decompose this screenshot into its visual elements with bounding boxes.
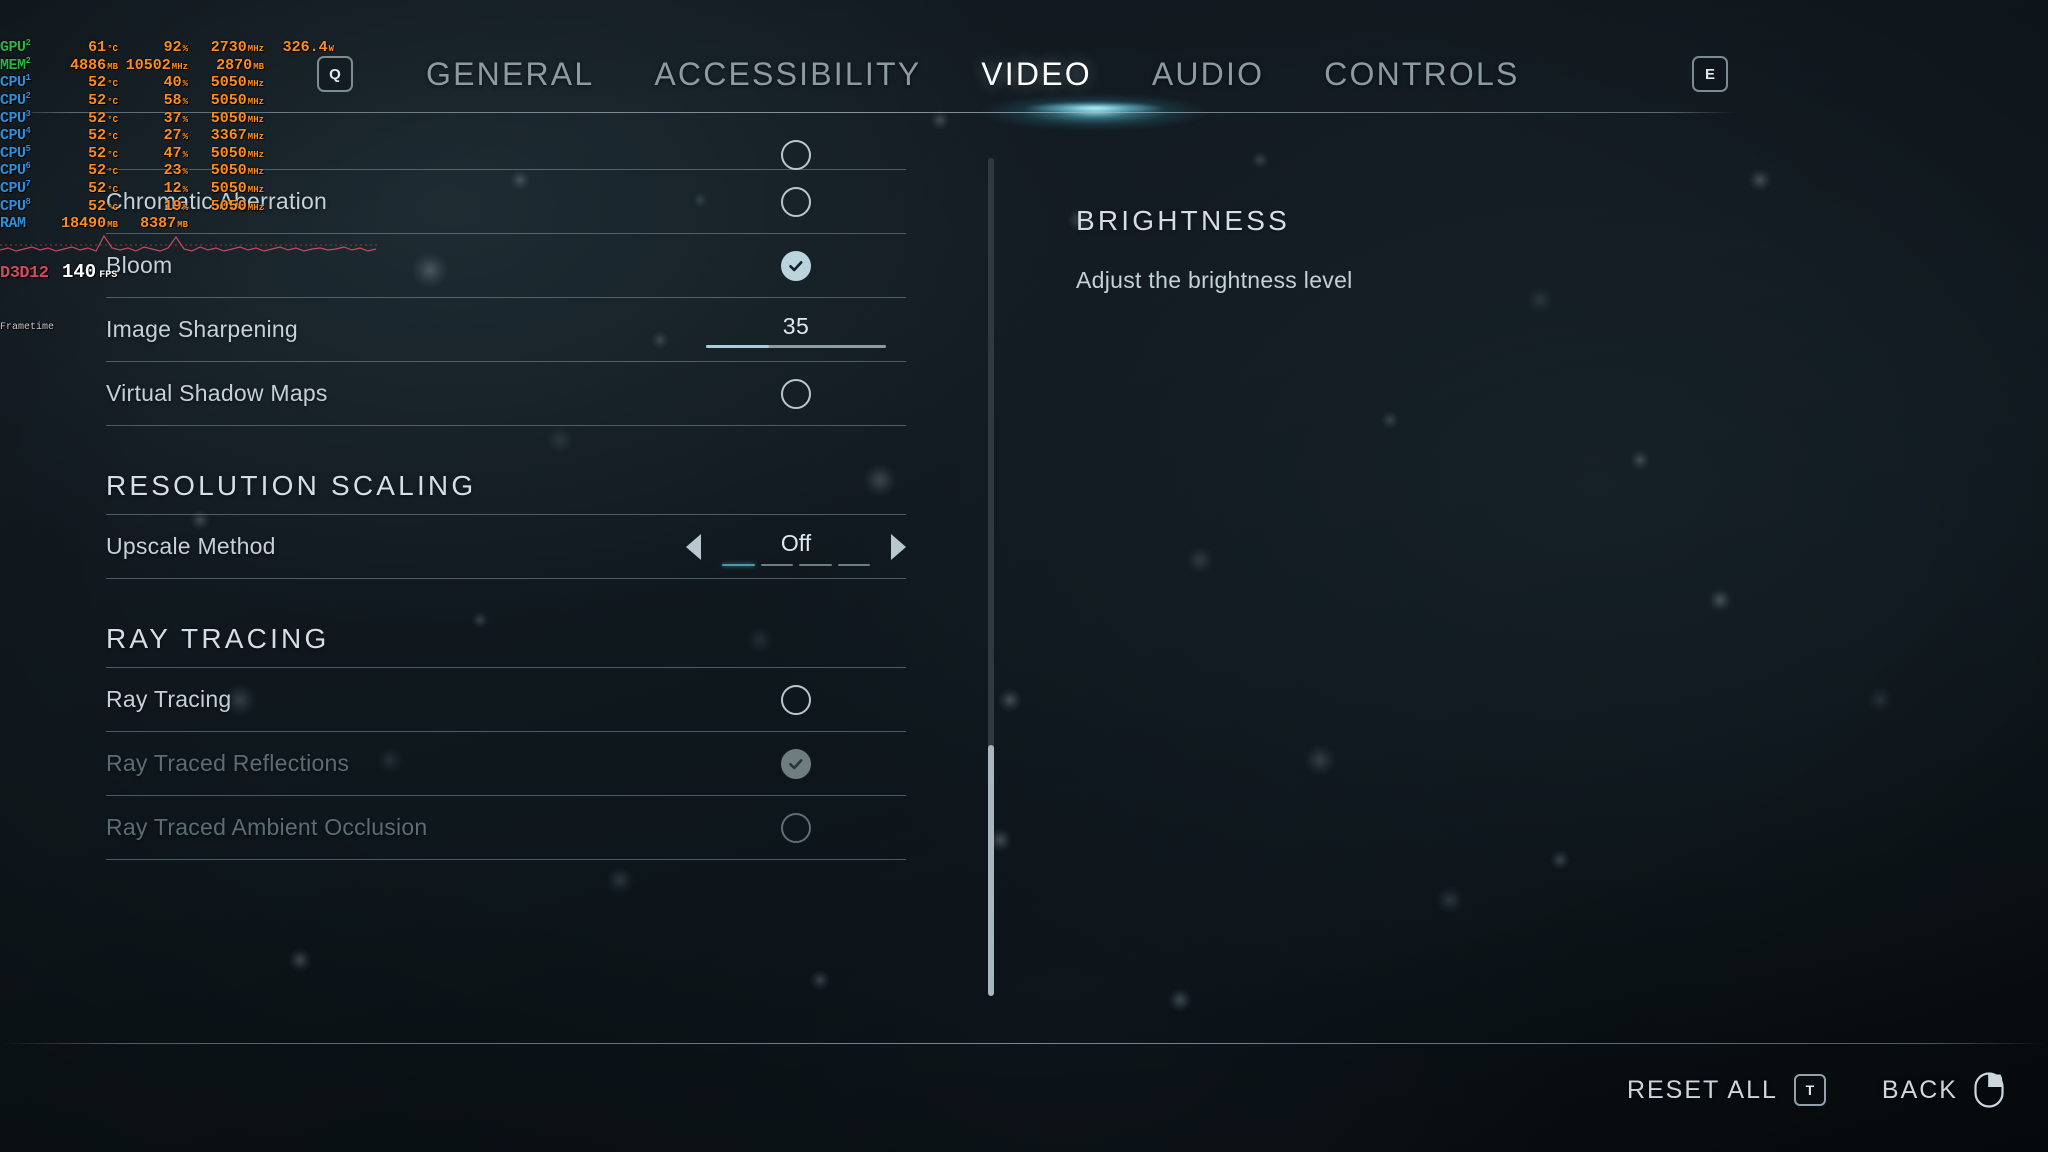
mouse-right-button-icon xyxy=(1974,1072,2004,1108)
setting-row-control[interactable]: Off xyxy=(686,515,906,578)
perf-row-label: RAM xyxy=(0,215,26,233)
fps-value: 140 xyxy=(62,260,97,283)
perf-row-value-4 xyxy=(264,215,334,235)
setting-checkbox[interactable] xyxy=(781,684,811,715)
tab-general[interactable]: GENERAL xyxy=(396,56,624,93)
back-button[interactable]: BACK xyxy=(1882,1072,2004,1108)
key-hint-e[interactable]: E xyxy=(1692,56,1728,92)
setting-row-control[interactable]: 35 xyxy=(686,298,906,361)
footer-divider xyxy=(0,1043,2048,1044)
settings-scrollbar[interactable] xyxy=(988,158,994,996)
setting-stepper-segments xyxy=(722,564,870,566)
performance-overlay-rows: GPU2 61°C 92% 2730MHz 326.4W MEM2 4886MB 10502M… xyxy=(0,35,334,232)
setting-slider-track[interactable] xyxy=(706,345,886,348)
scrollbar-thumb[interactable] xyxy=(988,744,994,996)
stepper-next-arrow-icon[interactable] xyxy=(891,533,906,560)
section-header: RESOLUTION SCALING xyxy=(106,426,906,515)
setting-row[interactable]: Ray Traced Reflections xyxy=(106,732,906,796)
footer-actions: RESET ALL T BACK xyxy=(1627,1072,2004,1108)
tab-list: GENERAL ACCESSIBILITY VIDEO AUDIO CONTROLS xyxy=(396,56,1550,93)
setting-slider-fill xyxy=(706,345,769,348)
perf-row-value-1: 18490MB xyxy=(61,215,118,233)
setting-row-label: Upscale Method xyxy=(106,533,276,559)
setting-stepper-value: Off xyxy=(780,530,812,556)
setting-row-label: Ray Traced Reflections xyxy=(106,750,350,776)
render-api-label: D3D12 xyxy=(0,263,49,283)
key-hint-t: T xyxy=(1793,1074,1826,1106)
tab-controls[interactable]: CONTROLS xyxy=(1294,56,1549,93)
fps-unit: FPS xyxy=(99,269,118,281)
setting-checkbox[interactable] xyxy=(781,140,811,170)
reset-all-label: RESET ALL xyxy=(1626,1075,1778,1104)
reset-all-button[interactable]: RESET ALL T xyxy=(1627,1074,1826,1106)
setting-stepper-segment xyxy=(837,564,870,566)
perf-row: GPU2 61°C 92% 2730MHz 326.4W xyxy=(0,35,334,56)
setting-row-label: Ray Traced Ambient Occlusion xyxy=(106,814,428,840)
tab-audio[interactable]: AUDIO xyxy=(1122,56,1294,93)
stepper-middle: Off xyxy=(722,515,870,578)
setting-description-panel: BRIGHTNESS Adjust the brightness level xyxy=(1076,205,1816,294)
setting-checkbox[interactable] xyxy=(781,812,811,843)
setting-slider-value: 35 xyxy=(782,313,810,339)
setting-stepper-segment xyxy=(760,564,793,566)
setting-checkbox[interactable] xyxy=(781,186,811,217)
section-header-label: RAY TRACING xyxy=(106,623,330,654)
performance-overlay-fps-row: D3D12 140 FPS xyxy=(0,260,334,283)
setting-row[interactable]: Upscale Method Off xyxy=(106,515,906,579)
setting-stepper-segment xyxy=(799,564,832,566)
setting-stepper[interactable]: Off xyxy=(686,515,906,578)
setting-row-control[interactable] xyxy=(686,362,906,425)
tab-accessibility[interactable]: ACCESSIBILITY xyxy=(624,56,951,93)
description-title: BRIGHTNESS xyxy=(1076,205,1291,236)
section-header: RAY TRACING xyxy=(106,579,906,668)
setting-row-control[interactable] xyxy=(686,668,906,731)
setting-row-control[interactable] xyxy=(686,234,906,297)
setting-slider[interactable]: 35 xyxy=(706,298,886,361)
setting-stepper-segment xyxy=(722,564,755,566)
perf-row-value-3 xyxy=(188,215,264,235)
setting-row-control[interactable] xyxy=(686,170,906,233)
performance-overlay: GPU2 61°C 92% 2730MHz 326.4W MEM2 4886MB 10502M… xyxy=(0,0,334,354)
setting-row[interactable]: Ray Traced Ambient Occlusion xyxy=(106,796,906,860)
setting-checkbox[interactable] xyxy=(781,748,811,779)
tab-video[interactable]: VIDEO xyxy=(951,56,1122,93)
setting-checkbox[interactable] xyxy=(781,250,811,281)
description-body: Adjust the brightness level xyxy=(1076,267,1353,293)
setting-checkbox[interactable] xyxy=(781,378,811,409)
setting-row[interactable]: Ray Tracing xyxy=(106,668,906,732)
frametime-label: Frametime xyxy=(0,321,55,333)
back-label: BACK xyxy=(1881,1075,1958,1104)
setting-row-control[interactable] xyxy=(686,732,906,795)
section-header-label: RESOLUTION SCALING xyxy=(106,470,477,501)
setting-row-control[interactable] xyxy=(686,796,906,859)
perf-row-value-2: 8387MB xyxy=(140,215,188,233)
stepper-previous-arrow-icon[interactable] xyxy=(686,533,701,560)
setting-row-label: Virtual Shadow Maps xyxy=(106,380,328,406)
setting-row-label: Ray Tracing xyxy=(106,686,232,712)
setting-row-control[interactable] xyxy=(686,140,906,170)
setting-row[interactable]: Virtual Shadow Maps xyxy=(106,362,906,426)
